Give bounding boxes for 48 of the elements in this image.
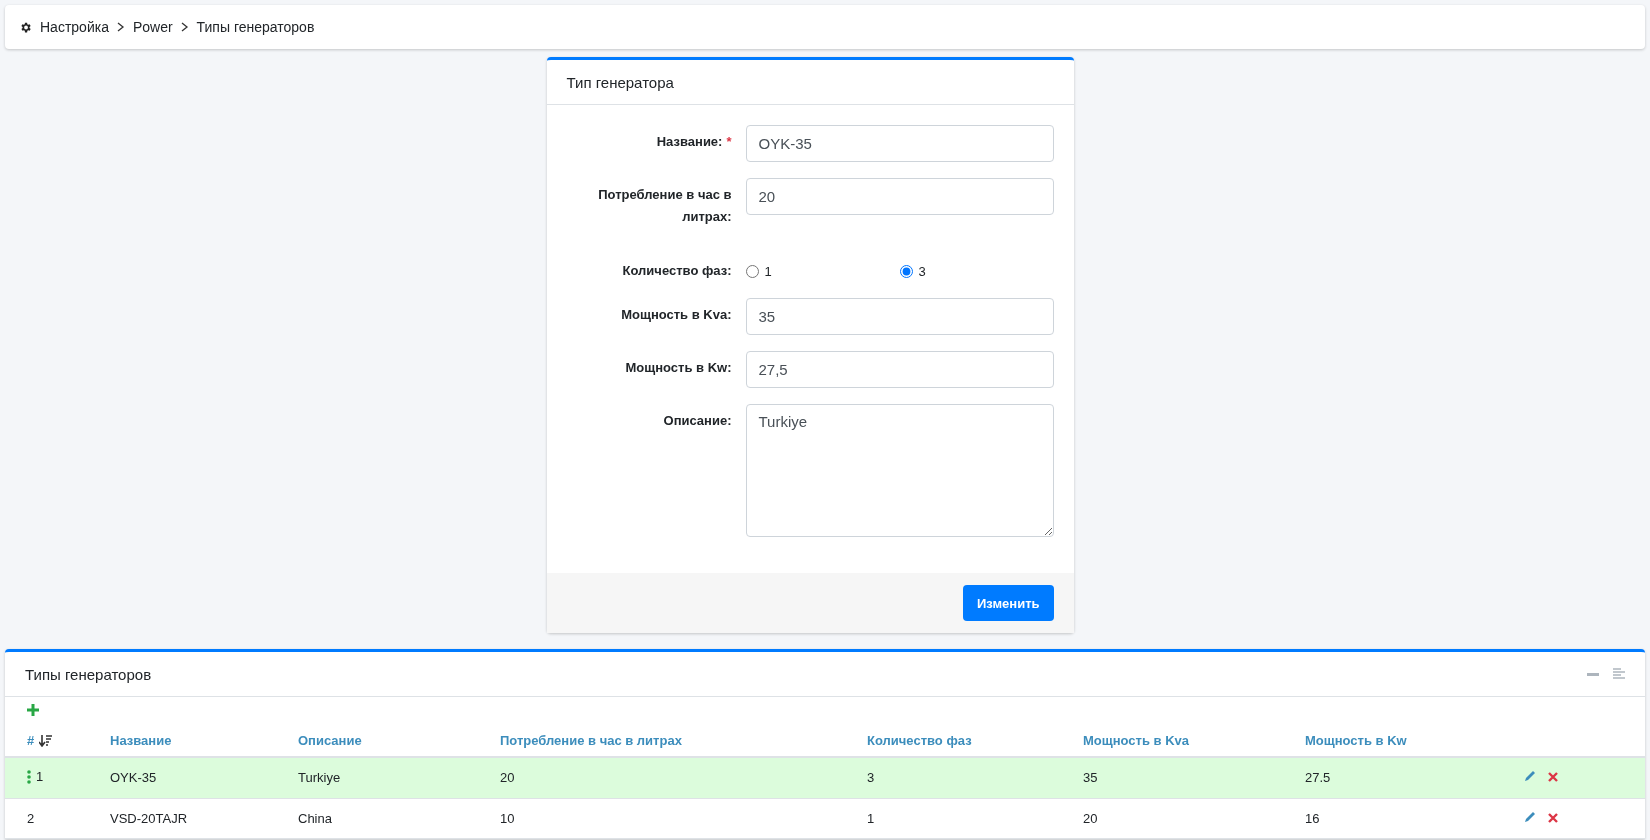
table-cell: 1 (5, 757, 110, 798)
table-cell: 2 (5, 798, 110, 838)
table-cell: 1 (867, 798, 1083, 838)
edit-button[interactable] (1523, 769, 1537, 784)
input-field[interactable]: 35 (745, 298, 1054, 335)
breadcrumb-item[interactable]: Настройка (40, 19, 109, 35)
field-label: Потребление в час в литрах: (597, 186, 732, 226)
table-cell: 3 (867, 757, 1083, 798)
minimize-icon[interactable] (1587, 672, 1599, 676)
textarea-field[interactable]: Turkiye (745, 404, 1054, 537)
card-title: Тип генератора (566, 73, 674, 91)
table-cell: OYK-35 (110, 757, 298, 798)
field-label: Описание: (662, 412, 732, 430)
table-cell: Turkiye (298, 757, 500, 798)
radio-button[interactable] (899, 264, 913, 278)
input-field[interactable]: 20 (745, 178, 1054, 215)
add-button[interactable] (25, 703, 41, 719)
table-cell: 27.5 (1305, 757, 1523, 798)
delete-button[interactable] (1547, 811, 1559, 824)
drag-handle-icon[interactable] (27, 769, 31, 784)
table-cell: 20 (500, 757, 867, 798)
field-label: Мощность в Kw: (624, 359, 732, 377)
table-cell: 16 (1305, 798, 1523, 838)
table-cell: 20 (1083, 798, 1305, 838)
radio-label: 3 (918, 263, 926, 279)
sort-icon[interactable] (39, 734, 53, 747)
radio-button[interactable] (745, 264, 759, 278)
table-cell: China (298, 798, 500, 838)
table-cell: 35 (1083, 757, 1305, 798)
table-row[interactable]: 2 VSD-20TAJR China 10 1 20 16 (5, 798, 1645, 838)
table-cell: VSD-20TAJR (110, 798, 298, 838)
field-label: Название: * (655, 133, 732, 151)
chevron-icon (180, 22, 189, 32)
chevron-icon (116, 22, 125, 32)
submit-button[interactable]: Изменить (962, 585, 1054, 621)
input-field[interactable]: 27,5 (745, 351, 1054, 388)
delete-button[interactable] (1547, 771, 1559, 784)
input-field[interactable]: OYK-35 (745, 125, 1054, 162)
radio-label: 1 (764, 263, 772, 279)
field-label: Мощность в Kva: (620, 306, 732, 324)
breadcrumb-item: Типы генераторов (196, 19, 315, 35)
field-label: Количество фаз: (621, 262, 732, 280)
gear-icon (19, 20, 32, 34)
breadcrumb-item[interactable]: Power (132, 19, 173, 35)
card-title: Типы генераторов (25, 665, 152, 683)
table-cell: 10 (500, 798, 867, 838)
edit-button[interactable] (1523, 809, 1537, 824)
required-mark: * (726, 134, 732, 149)
